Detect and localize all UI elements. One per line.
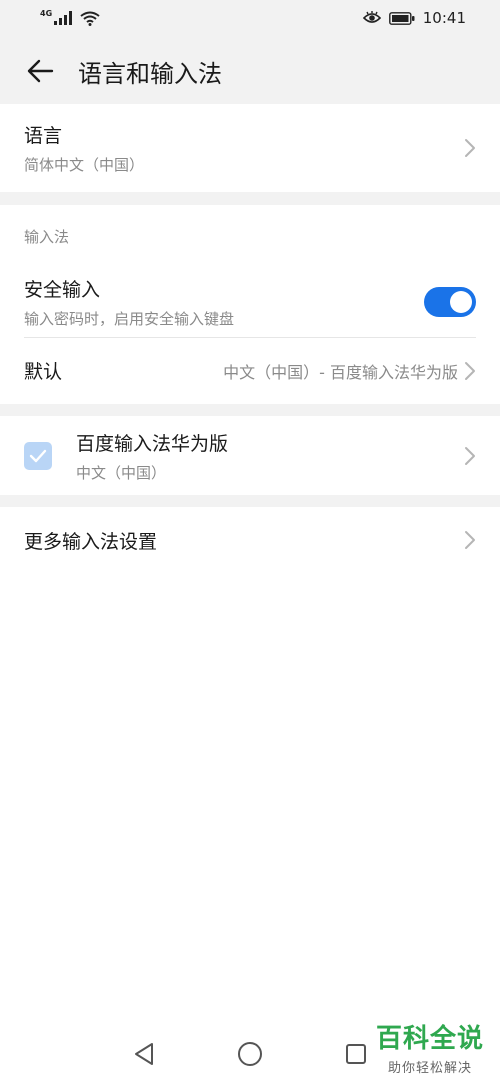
more-settings-row[interactable]: 更多输入法设置 bbox=[0, 507, 500, 573]
page-title: 语言和输入法 bbox=[78, 59, 222, 88]
status-left: 4G bbox=[40, 8, 100, 26]
language-row[interactable]: 语言 简体中文（中国） bbox=[0, 104, 500, 192]
watermark: 百科全说 助你轻松解决 bbox=[376, 1018, 484, 1076]
secure-input-toggle[interactable] bbox=[424, 287, 476, 317]
language-card: 语言 简体中文（中国） bbox=[0, 104, 500, 192]
default-value: 中文（中国）- 百度输入法华为版 bbox=[223, 359, 476, 383]
battery-icon bbox=[388, 11, 415, 25]
square-recents-icon bbox=[346, 1044, 366, 1064]
header: 语言和输入法 bbox=[0, 36, 500, 106]
language-value: 简体中文（中国） bbox=[24, 156, 145, 174]
secure-input-text: 安全输入 输入密码时，启用安全输入键盘 bbox=[24, 275, 234, 329]
keyboard-text: 百度输入法华为版 中文（中国） bbox=[76, 429, 228, 483]
chevron-right-icon bbox=[465, 361, 475, 380]
keyboard-card: 百度输入法华为版 中文（中国） bbox=[0, 416, 500, 495]
status-time: 10:41 bbox=[422, 9, 466, 27]
nav-back-button[interactable] bbox=[131, 1041, 157, 1067]
default-value-text: 中文（中国）- 百度输入法华为版 bbox=[223, 362, 458, 382]
keyboard-checkbox[interactable] bbox=[24, 441, 52, 470]
watermark-subtitle: 助你轻松解决 bbox=[387, 1061, 472, 1076]
default-title: 默认 bbox=[24, 361, 63, 383]
triangle-back-icon bbox=[135, 1043, 153, 1065]
watermark-title: 百科全说 bbox=[375, 1024, 484, 1054]
chevron-right-icon bbox=[465, 139, 475, 157]
input-method-card: 输入法 安全输入 输入密码时，启用安全输入键盘 默认 中文（中国）- 百度输入法… bbox=[0, 205, 500, 404]
default-input-row[interactable]: 默认 中文（中国）- 百度输入法华为版 bbox=[0, 337, 500, 404]
input-section-header: 输入法 bbox=[0, 205, 500, 267]
status-right: 10:41 bbox=[362, 9, 466, 27]
eye-comfort-icon bbox=[362, 11, 381, 23]
keyboard-name: 百度输入法华为版 bbox=[76, 432, 229, 455]
chevron-right-icon bbox=[465, 531, 475, 549]
language-text: 语言 简体中文（中国） bbox=[24, 121, 144, 175]
secure-input-title: 安全输入 bbox=[24, 279, 101, 301]
wifi-icon bbox=[80, 11, 100, 26]
nav-home-button[interactable] bbox=[237, 1041, 263, 1067]
network-type: 4G bbox=[40, 8, 53, 18]
circle-home-icon bbox=[238, 1042, 262, 1066]
toggle-knob bbox=[450, 291, 472, 313]
status-bar: 4G 10:41 bbox=[0, 0, 500, 36]
checkmark-icon bbox=[29, 449, 47, 462]
input-section-label: 输入法 bbox=[24, 227, 70, 246]
back-button[interactable] bbox=[20, 51, 60, 91]
keyboard-left: 百度输入法华为版 中文（中国） bbox=[24, 429, 228, 483]
more-settings-title: 更多输入法设置 bbox=[24, 530, 158, 553]
chevron-right-icon bbox=[465, 446, 475, 465]
keyboard-row[interactable]: 百度输入法华为版 中文（中国） bbox=[0, 416, 500, 495]
keyboard-language: 中文（中国） bbox=[76, 463, 167, 482]
back-arrow-icon bbox=[27, 59, 54, 83]
nav-recents-button[interactable] bbox=[343, 1041, 369, 1067]
more-settings-card: 更多输入法设置 bbox=[0, 507, 500, 1084]
screen: 4G 10:41 语言和输入法 语言 简体中文（中国） 输入法 安全输入 输入密… bbox=[0, 0, 500, 1084]
language-title: 语言 bbox=[24, 125, 63, 147]
secure-input-row[interactable]: 安全输入 输入密码时，启用安全输入键盘 bbox=[0, 267, 500, 337]
signal-icon bbox=[54, 11, 73, 25]
secure-input-subtitle: 输入密码时，启用安全输入键盘 bbox=[24, 310, 235, 328]
